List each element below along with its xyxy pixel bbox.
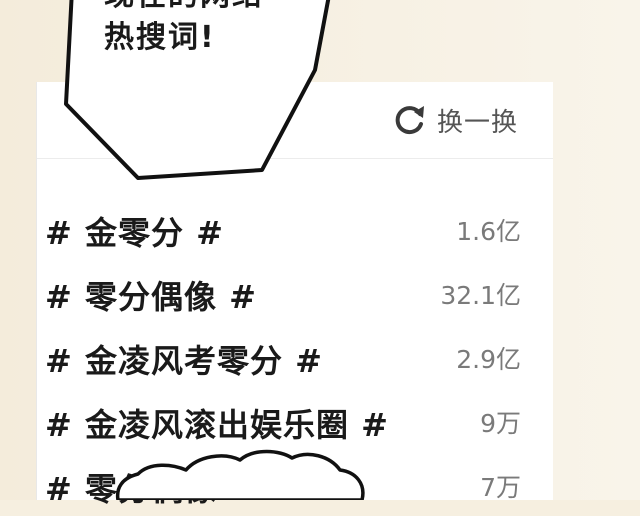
cloud-bubble — [115, 449, 365, 500]
